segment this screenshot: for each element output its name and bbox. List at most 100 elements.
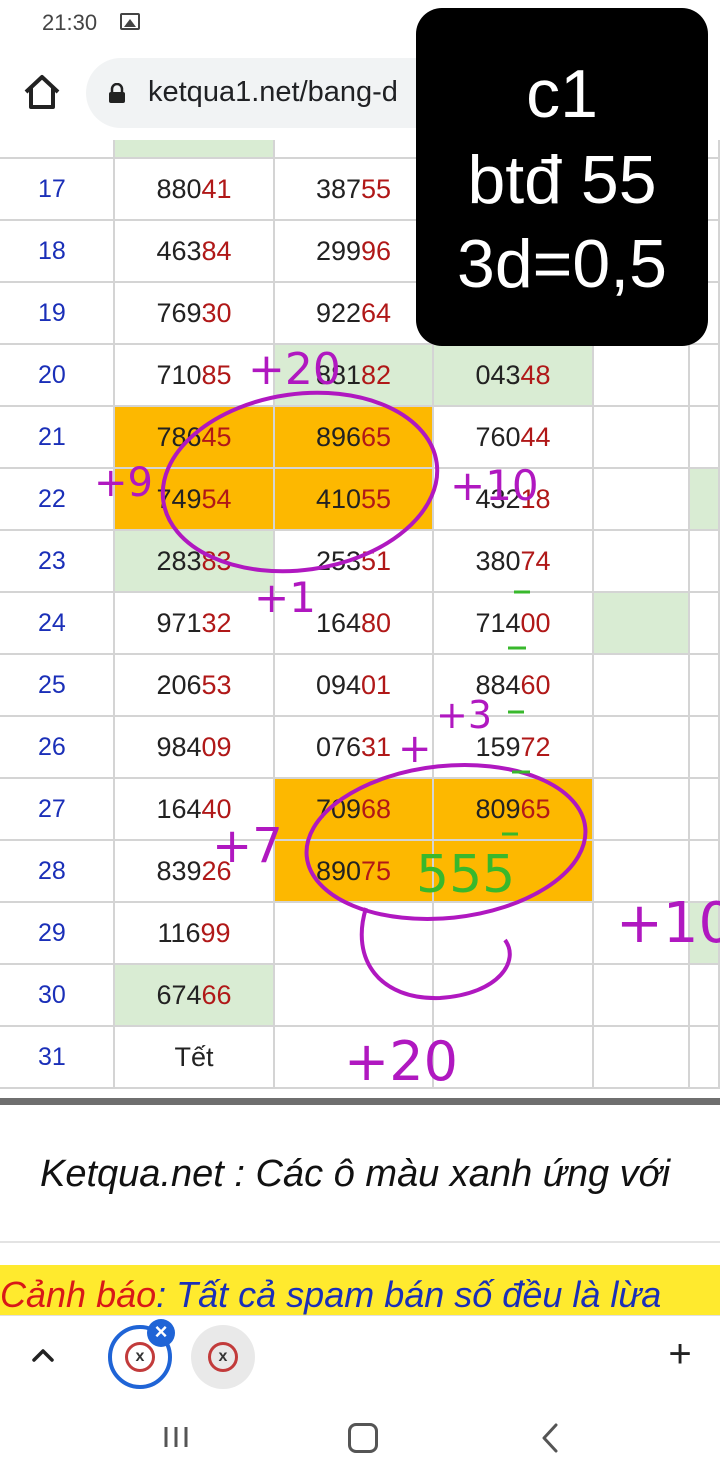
result-head: 164 xyxy=(156,794,202,824)
result-tail: 84 xyxy=(201,236,232,266)
result-tail: 54 xyxy=(201,484,232,514)
result-head: 984 xyxy=(156,732,202,762)
lock-icon xyxy=(109,83,125,103)
result-cell: 38074 xyxy=(434,531,594,593)
result-head: 253 xyxy=(315,546,361,576)
back-icon[interactable] xyxy=(538,1421,562,1455)
result-cell: 88182 xyxy=(275,345,434,407)
day-cell: 31 xyxy=(0,1027,115,1089)
home-icon[interactable] xyxy=(20,70,64,114)
empty-cell xyxy=(594,593,690,655)
warning-label: Cảnh báo xyxy=(0,1274,157,1315)
result-cell: 98409 xyxy=(115,717,275,779)
result-head: 299 xyxy=(315,236,361,266)
result-tail: 44 xyxy=(520,422,551,452)
result-head: 881 xyxy=(315,360,361,390)
day-cell: 25 xyxy=(0,655,115,717)
overlay-note-line-3: 3d=0,5 xyxy=(457,226,667,302)
result-cell: 83926 xyxy=(115,841,275,903)
chevron-up-icon[interactable] xyxy=(28,1340,58,1370)
result-head: 094 xyxy=(315,670,361,700)
result-tail: 55 xyxy=(361,174,392,204)
empty-cell xyxy=(690,965,720,1027)
tab-close-icon[interactable]: × xyxy=(147,1319,175,1347)
result-tail: 26 xyxy=(201,856,232,886)
empty-cell xyxy=(690,841,720,903)
empty-cell xyxy=(690,531,720,593)
result-cell: 76930 xyxy=(115,283,275,345)
result-tail: 68 xyxy=(361,794,392,824)
empty-cell xyxy=(690,717,720,779)
result-cell: 97132 xyxy=(115,593,275,655)
table-bottom-divider xyxy=(0,1098,720,1105)
result-cell: 09401 xyxy=(275,655,434,717)
recent-apps-icon[interactable] xyxy=(162,1425,190,1449)
result-head: 410 xyxy=(315,484,361,514)
result-cell: 92264 xyxy=(275,283,434,345)
result-cell: 11699 xyxy=(115,903,275,965)
empty-cell xyxy=(690,407,720,469)
tab-inactive[interactable]: x xyxy=(191,1325,255,1389)
result-tail: 18 xyxy=(520,484,551,514)
result-cell: 89665 xyxy=(275,407,434,469)
add-tab-button[interactable]: + xyxy=(660,1334,700,1374)
result-tail: 65 xyxy=(520,794,551,824)
result-cell: 43218 xyxy=(434,469,594,531)
result-head: 971 xyxy=(156,608,202,638)
result-head: 749 xyxy=(156,484,202,514)
result-head: 463 xyxy=(156,236,202,266)
empty-cell xyxy=(594,345,690,407)
overlay-note-line-2: btđ 55 xyxy=(467,142,657,218)
home-nav-icon[interactable] xyxy=(348,1423,378,1453)
day-cell: 23 xyxy=(0,531,115,593)
result-head: 890 xyxy=(315,856,361,886)
result-head: 769 xyxy=(156,298,202,328)
empty-cell xyxy=(594,655,690,717)
result-cell: 88460 xyxy=(434,655,594,717)
day-cell: 19 xyxy=(0,283,115,345)
result-cell: 16440 xyxy=(115,779,275,841)
empty-cell xyxy=(594,965,690,1027)
result-head: 714 xyxy=(475,608,521,638)
result-tail: 45 xyxy=(201,422,232,452)
day-cell: 16 xyxy=(0,140,115,159)
result-tail: 80 xyxy=(361,608,392,638)
result-head: 709 xyxy=(315,794,361,824)
result-cell: 15972 xyxy=(434,717,594,779)
result-cell xyxy=(434,903,594,965)
result-tail: 41 xyxy=(201,174,232,204)
site-favicon-icon: x xyxy=(125,1342,155,1372)
tab-bar: x × x + xyxy=(0,1315,720,1397)
empty-cell xyxy=(690,903,720,965)
result-head: 839 xyxy=(156,856,202,886)
result-cell: 71400 xyxy=(434,593,594,655)
result-cell: 78645 xyxy=(115,407,275,469)
result-tail: 53 xyxy=(201,670,232,700)
result-cell xyxy=(434,841,594,903)
result-head: 076 xyxy=(315,732,361,762)
day-cell: 28 xyxy=(0,841,115,903)
site-favicon-icon: x xyxy=(208,1342,238,1372)
result-head: Tết xyxy=(174,1042,214,1072)
empty-cell xyxy=(690,345,720,407)
result-cell: 46384 xyxy=(115,221,275,283)
empty-cell xyxy=(594,903,690,965)
result-head: 387 xyxy=(315,174,361,204)
result-head: 880 xyxy=(156,174,202,204)
day-cell: 27 xyxy=(0,779,115,841)
result-tail: 99 xyxy=(200,918,231,948)
empty-cell xyxy=(594,841,690,903)
result-tail: 74 xyxy=(520,546,551,576)
result-cell xyxy=(275,1027,434,1089)
result-cell xyxy=(275,965,434,1027)
result-cell: 04348 xyxy=(434,345,594,407)
empty-cell xyxy=(690,593,720,655)
result-head: 674 xyxy=(156,980,202,1010)
result-cell xyxy=(434,1027,594,1089)
result-tail: 40 xyxy=(201,794,232,824)
result-cell: 67466 xyxy=(115,965,275,1027)
result-cell: 38755 xyxy=(275,159,434,221)
result-head: 786 xyxy=(156,422,202,452)
result-tail: 32 xyxy=(201,608,232,638)
empty-cell xyxy=(594,717,690,779)
